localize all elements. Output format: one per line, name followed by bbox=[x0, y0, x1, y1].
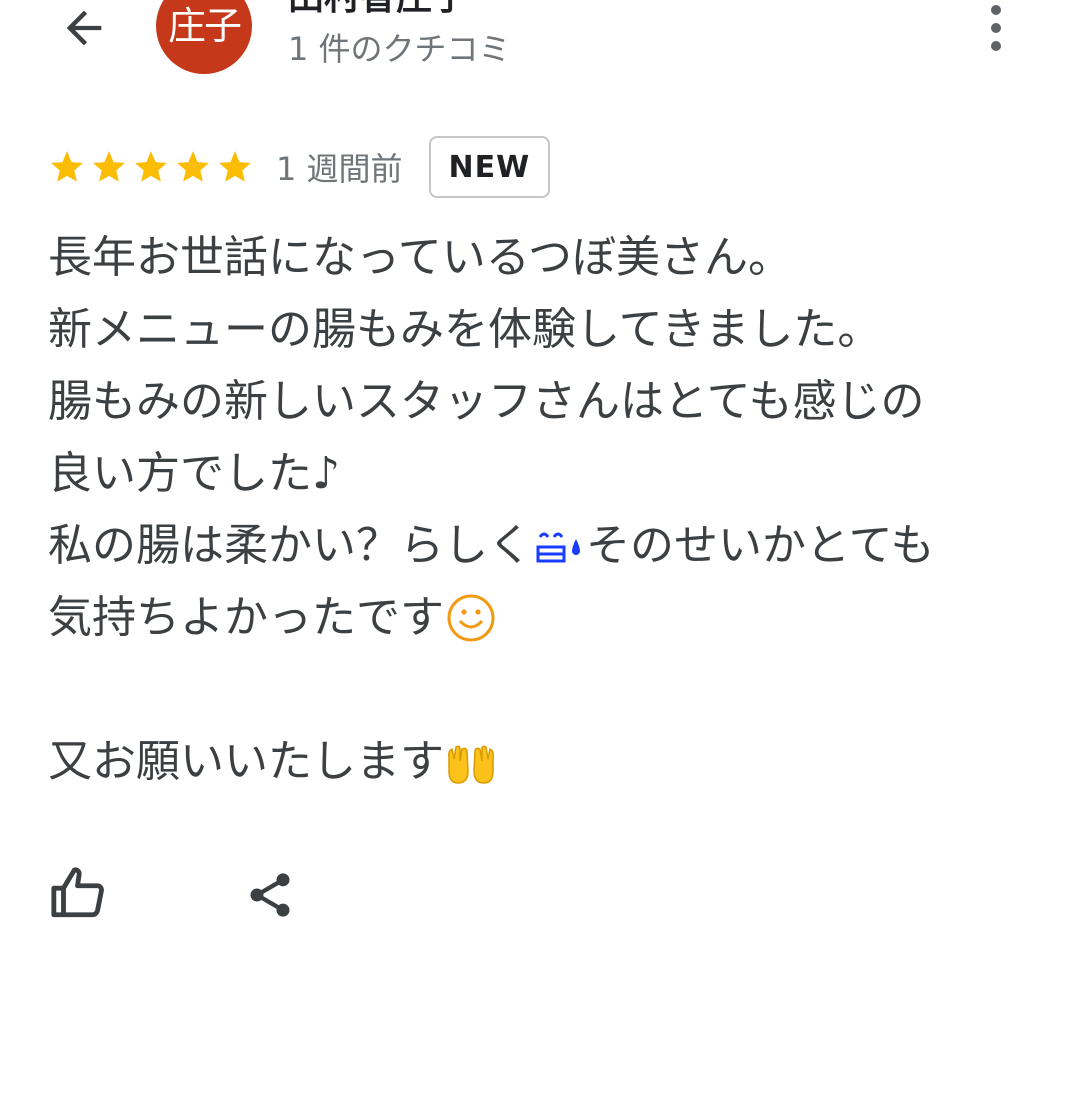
review-line: 私の腸は柔かい？らしく そのせいかとても bbox=[48, 510, 1048, 582]
review-line-text: 私の腸は柔かい？らしく bbox=[48, 520, 532, 571]
star-rating bbox=[48, 148, 254, 186]
review-line: 気持ちよかったです bbox=[48, 582, 1048, 654]
review-line-text: そのせいかとても bbox=[586, 520, 935, 571]
more-options-button[interactable] bbox=[972, 0, 1020, 56]
share-button[interactable] bbox=[244, 868, 296, 922]
star-icon bbox=[177, 151, 209, 182]
review-time: 1 週間前 bbox=[276, 150, 403, 188]
review-line-text: 又お願いいたします bbox=[48, 736, 444, 787]
review-line: 新メニューの腸もみを体験してきました。 bbox=[48, 304, 882, 355]
reviewer-name[interactable]: 田村香庄子 bbox=[288, 0, 468, 18]
avatar-initials: 庄子 bbox=[167, 4, 242, 48]
like-button[interactable] bbox=[48, 864, 112, 924]
review-line-text: 気持ちよかったです bbox=[48, 592, 444, 643]
review-line: 良い方でした♪ bbox=[48, 448, 341, 499]
star-icon bbox=[93, 151, 125, 182]
review-count: 1 件のクチコミ bbox=[288, 30, 511, 68]
more-vert-icon bbox=[991, 5, 1001, 15]
star-icon bbox=[219, 151, 251, 182]
star-icon bbox=[51, 151, 83, 182]
arrow-back-icon bbox=[66, 10, 102, 46]
thumbs-up-icon bbox=[51, 867, 104, 918]
review-line: 長年お世話になっているつぼ美さん。 bbox=[48, 232, 793, 283]
review-header: 庄子 田村香庄子 1 件のクチコミ bbox=[0, 0, 1080, 100]
share-icon bbox=[250, 873, 290, 917]
smiling-face-icon bbox=[447, 594, 495, 642]
sweat-smile-icon bbox=[536, 532, 580, 563]
palms-up-together-icon bbox=[448, 745, 494, 784]
review-line: 又お願いいたします bbox=[48, 726, 1048, 798]
review-meta: 1 週間前 NEW bbox=[48, 134, 551, 200]
back-button[interactable] bbox=[56, 2, 112, 54]
avatar[interactable]: 庄子 bbox=[156, 0, 252, 74]
star-icon bbox=[135, 151, 167, 182]
new-badge: NEW bbox=[428, 136, 551, 198]
review-text: 長年お世話になっているつぼ美さん。 新メニューの腸もみを体験してきました。 腸も… bbox=[48, 222, 1048, 798]
review-line: 腸もみの新しいスタッフさんはとても感じの bbox=[48, 376, 925, 427]
